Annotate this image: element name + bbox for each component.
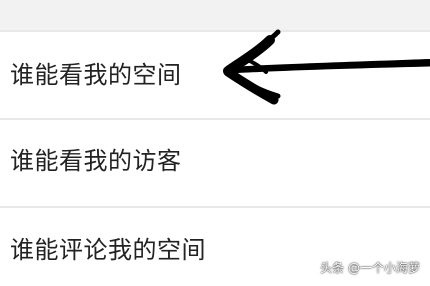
watermark: 头条 @一个小海萝 xyxy=(320,261,420,275)
hand-drawn-arrow-icon xyxy=(223,29,430,105)
setting-row-label: 谁能看我的访客 xyxy=(10,147,182,175)
setting-row-label: 谁能评论我的空间 xyxy=(10,236,206,264)
setting-row-label: 谁能看我的空间 xyxy=(10,61,182,89)
setting-row-who-can-view-visitors[interactable]: 谁能看我的访客 xyxy=(0,120,430,206)
